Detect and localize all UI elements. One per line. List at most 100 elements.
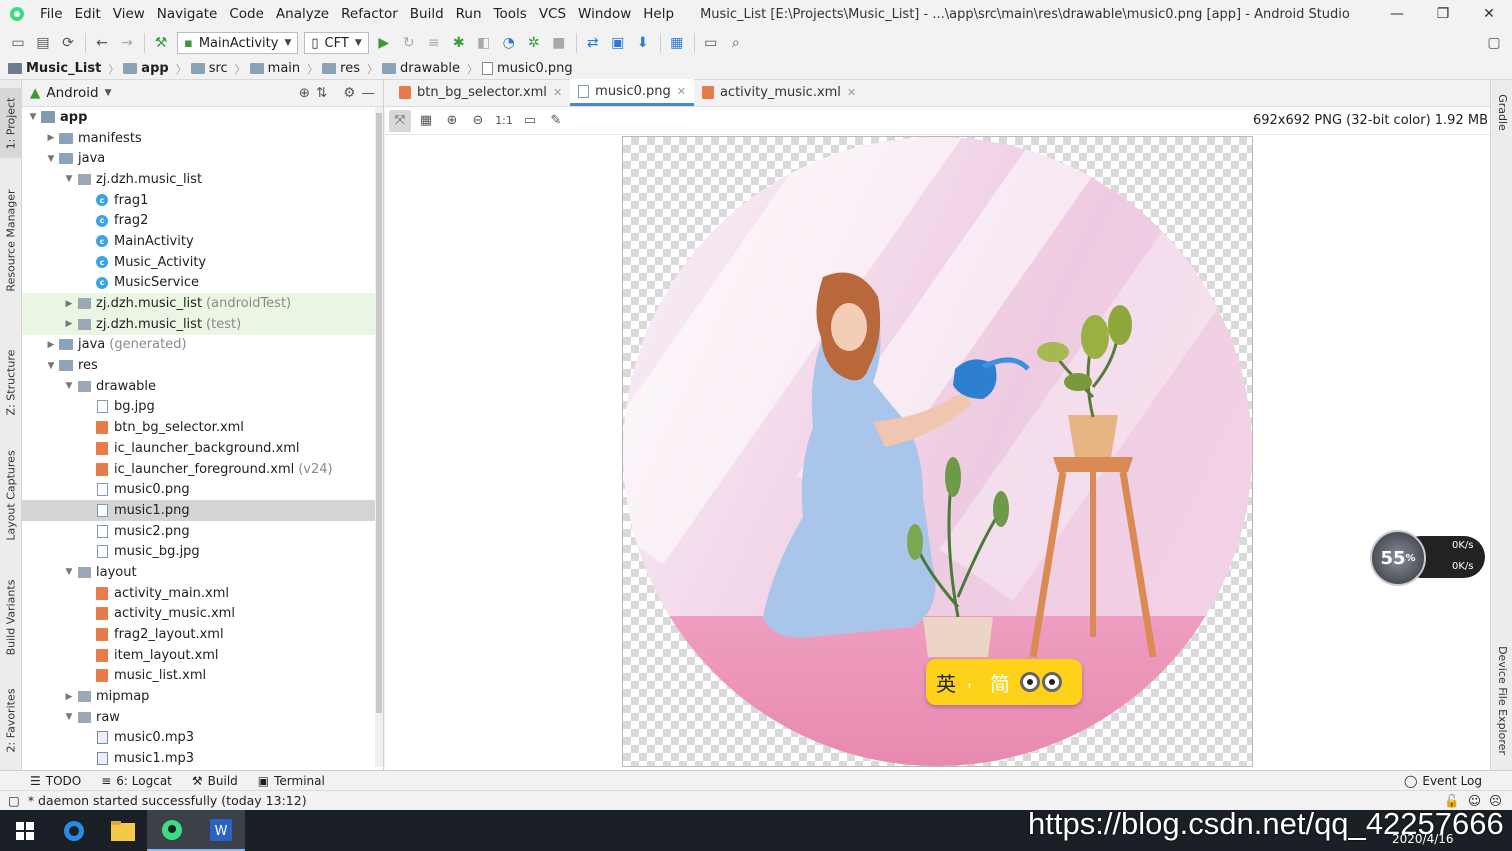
tree-node[interactable]: ▼ zj.dzh.music_list (22, 169, 376, 190)
build-tab[interactable]: ⚒ Build (192, 774, 238, 788)
status-toggle-icon[interactable]: ▢ (8, 793, 20, 808)
menu-build[interactable]: Build (404, 6, 450, 22)
expanded-arrow-icon[interactable]: ▼ (44, 154, 58, 164)
collapse-all-icon[interactable]: ⇅ (316, 85, 327, 101)
minimize-icon[interactable]: — (1374, 0, 1420, 28)
expanded-arrow-icon[interactable]: ▼ (62, 381, 76, 391)
tree-node[interactable]: ▼ layout (22, 562, 376, 583)
fit-window-icon[interactable]: ▭ (519, 110, 541, 132)
attach-debugger-icon[interactable]: ✲ (522, 31, 546, 55)
make-project-icon[interactable]: ⚒ (149, 31, 173, 55)
tab-favorites[interactable]: 2: Favorites (0, 680, 22, 760)
menu-help[interactable]: Help (637, 6, 680, 22)
tree-node[interactable]: music1.mp3 (22, 748, 376, 769)
tree-node[interactable]: ▶ manifests (22, 128, 376, 149)
menu-window[interactable]: Window (572, 6, 637, 22)
back-icon[interactable]: ← (90, 31, 114, 55)
tree-node[interactable]: music0.mp3 (22, 728, 376, 749)
menu-navigate[interactable]: Navigate (151, 6, 224, 22)
expanded-arrow-icon[interactable]: ▼ (62, 174, 76, 184)
zoom-out-icon[interactable]: ⊖ (467, 110, 489, 132)
tree-node[interactable]: ▶ zj.dzh.music_list (androidTest) (22, 293, 376, 314)
word-icon[interactable]: W (196, 810, 245, 851)
expanded-arrow-icon[interactable]: ▼ (62, 712, 76, 722)
fit-zoom-icon[interactable]: ⤧ (389, 109, 411, 132)
breadcrumb-item[interactable]: app 〉 (123, 61, 190, 77)
tab-build-variants[interactable]: Build Variants (0, 575, 22, 660)
save-all-icon[interactable]: ▤ (31, 31, 55, 55)
tab-device-file-explorer[interactable]: Device File Explorer (1491, 635, 1512, 765)
close-tab-icon[interactable]: ✕ (677, 85, 686, 98)
gear-icon[interactable]: ⚙ (343, 85, 355, 101)
terminal-window-icon[interactable]: ▭ (699, 31, 723, 55)
tab-project[interactable]: 1: Project (0, 88, 22, 158)
terminal-tab[interactable]: ▣ Terminal (258, 774, 325, 788)
tab-gradle[interactable]: Gradle (1491, 85, 1512, 140)
user-icon[interactable]: ▢ (1482, 31, 1506, 55)
grid-icon[interactable]: ▦ (415, 110, 437, 132)
tree-node[interactable]: btn_bg_selector.xml (22, 417, 376, 438)
expanded-arrow-icon[interactable]: ▼ (44, 361, 58, 371)
tree-node[interactable]: music2.png (22, 521, 376, 542)
tree-node[interactable]: ▼ drawable (22, 376, 376, 397)
tab-structure[interactable]: Z: Structure (0, 345, 22, 420)
editor-tab[interactable]: btn_bg_selector.xml ✕ (391, 79, 570, 106)
breadcrumb-item[interactable]: src 〉 (190, 61, 250, 77)
profile-icon[interactable]: ◔ (497, 31, 521, 55)
tree-node[interactable]: activity_music.xml (22, 604, 376, 625)
sdk-manager-icon[interactable]: ⬇ (631, 31, 655, 55)
collapsed-arrow-icon[interactable]: ▶ (62, 692, 76, 702)
stop-icon[interactable]: ■ (547, 31, 571, 55)
sync-gradle-icon[interactable]: ⇄ (581, 31, 605, 55)
tree-node[interactable]: bg.jpg (22, 397, 376, 418)
tree-node[interactable]: ic_launcher_background.xml (22, 438, 376, 459)
breadcrumb-item[interactable]: Music_List 〉 (8, 61, 123, 77)
network-monitor-widget[interactable]: 55% 0K/s 0K/s (1370, 530, 1485, 586)
project-scrollbar[interactable] (375, 107, 383, 767)
tree-node[interactable]: item_layout.xml (22, 645, 376, 666)
debug-icon[interactable]: ✱ (447, 31, 471, 55)
collapsed-arrow-icon[interactable]: ▶ (44, 340, 58, 350)
tree-node[interactable]: ▶ mipmap (22, 686, 376, 707)
tree-node[interactable]: ▶ java (generated) (22, 335, 376, 356)
collapsed-arrow-icon[interactable]: ▶ (44, 133, 58, 143)
project-view-selector[interactable]: Android (46, 85, 98, 101)
apply-changes-icon[interactable]: ↻ (397, 31, 421, 55)
tree-node[interactable]: frag2_layout.xml (22, 624, 376, 645)
hide-icon[interactable]: — (362, 85, 376, 101)
locate-icon[interactable]: ⊕ (299, 85, 310, 101)
breadcrumb-item[interactable]: main 〉 (249, 61, 322, 77)
tree-node[interactable]: ▼ java (22, 148, 376, 169)
project-structure-icon[interactable]: ▦ (665, 31, 689, 55)
restore-icon[interactable]: ❐ (1420, 0, 1466, 28)
tree-node[interactable]: activity_main.xml (22, 583, 376, 604)
breadcrumb-item[interactable]: music0.png (482, 61, 577, 76)
android-studio-taskbar-icon[interactable] (147, 810, 196, 851)
zoom-in-icon[interactable]: ⊕ (441, 110, 463, 132)
tree-node[interactable]: music_list.xml (22, 666, 376, 687)
expanded-arrow-icon[interactable]: ▼ (26, 112, 40, 122)
tree-node[interactable]: c MainActivity (22, 231, 376, 252)
tab-resource-manager[interactable]: Resource Manager (0, 185, 22, 295)
breadcrumb-item[interactable]: drawable 〉 (382, 61, 482, 77)
menu-edit[interactable]: Edit (69, 6, 107, 22)
run-icon[interactable]: ▶ (372, 31, 396, 55)
tab-layout-captures[interactable]: Layout Captures (0, 445, 22, 545)
tree-node[interactable]: ▼ raw (22, 707, 376, 728)
actual-size-button[interactable]: 1:1 (493, 110, 515, 132)
menu-file[interactable]: File (34, 6, 69, 22)
tree-node[interactable]: music_bg.jpg (22, 541, 376, 562)
menu-vcs[interactable]: VCS (533, 6, 572, 22)
tree-node[interactable]: c frag1 (22, 190, 376, 211)
close-tab-icon[interactable]: ✕ (553, 86, 562, 99)
editor-tab[interactable]: music0.png ✕ (570, 79, 694, 106)
menu-view[interactable]: View (107, 6, 151, 22)
tree-node[interactable]: c frag2 (22, 210, 376, 231)
apply-code-changes-icon[interactable]: ≡ (422, 31, 446, 55)
chevron-down-icon[interactable]: ▼ (105, 88, 112, 98)
collapsed-arrow-icon[interactable]: ▶ (62, 299, 76, 309)
collapsed-arrow-icon[interactable]: ▶ (62, 319, 76, 329)
ime-widget[interactable]: 英 ， 简 (926, 659, 1082, 705)
tree-node[interactable]: ▼ res (22, 355, 376, 376)
open-folder-icon[interactable]: ▭ (6, 31, 30, 55)
